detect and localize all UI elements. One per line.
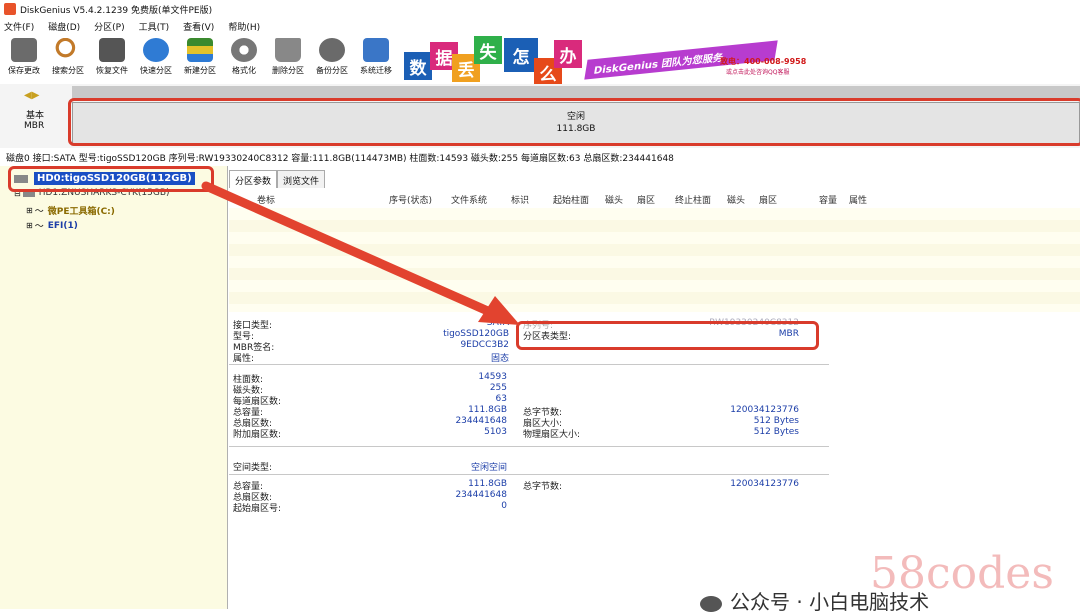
annotation-arrow <box>201 181 520 325</box>
wechat-icon <box>700 595 722 612</box>
arrow-shaft <box>201 181 495 317</box>
watermark-text: 公众号 · 小白电脑技术 <box>700 586 929 615</box>
